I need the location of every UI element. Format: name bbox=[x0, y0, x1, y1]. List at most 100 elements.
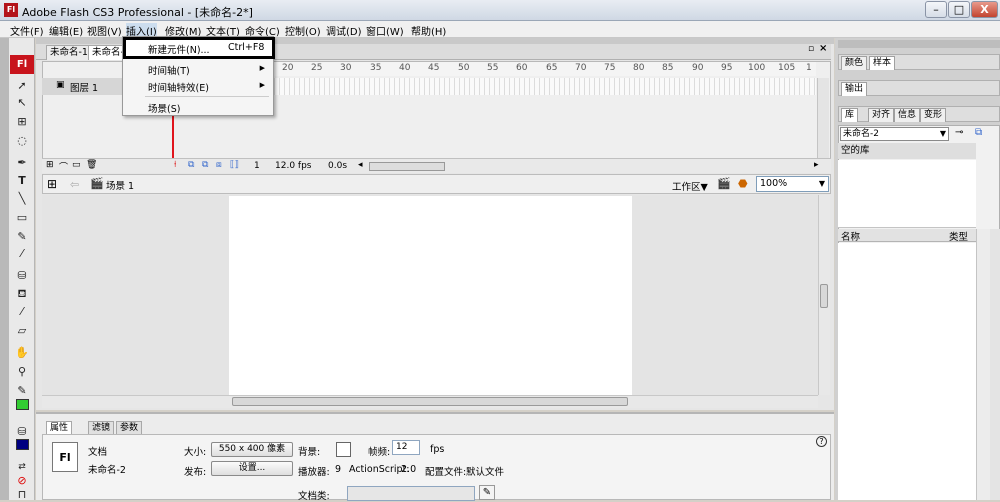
maximize-button[interactable]: □ bbox=[948, 1, 970, 18]
tab-library[interactable]: 库 bbox=[841, 108, 859, 122]
panel-dock-strip bbox=[0, 38, 9, 500]
menu-window[interactable]: 窗口(W) bbox=[366, 23, 404, 38]
settings-button[interactable]: 设置... bbox=[211, 461, 293, 476]
close-button[interactable]: X bbox=[971, 1, 998, 18]
menu-item-timeline-effects[interactable]: 时间轴特效(E) bbox=[148, 80, 209, 94]
menu-item-scene[interactable]: 场景(S) bbox=[148, 101, 180, 115]
edit-scene-icon[interactable]: 🎬 bbox=[717, 177, 731, 190]
restore-doc-icon[interactable]: ▫ bbox=[808, 44, 814, 54]
menu-file[interactable]: 文件(F) bbox=[10, 23, 44, 38]
add-motion-guide-icon[interactable]: ⌒ bbox=[59, 160, 68, 173]
insert-layer-icon[interactable]: ⊞ bbox=[46, 160, 54, 170]
text-tool-icon[interactable]: T bbox=[13, 173, 31, 188]
size-button[interactable]: 550 x 400 像素 bbox=[211, 442, 293, 457]
stroke-color-swatch[interactable] bbox=[16, 439, 29, 450]
tab-transform[interactable]: 变形 bbox=[920, 108, 947, 122]
fill-color-swatch[interactable] bbox=[16, 399, 29, 410]
lasso-tool-icon[interactable]: ◌ bbox=[13, 133, 31, 148]
stage-canvas[interactable] bbox=[229, 196, 632, 395]
library-scrollbar[interactable] bbox=[976, 229, 990, 500]
library-document-select[interactable]: 未命名-2 ▼ bbox=[840, 127, 949, 141]
delete-layer-icon[interactable]: 🗑 bbox=[86, 160, 97, 170]
edit-multiple-frames-icon[interactable]: ⧈ bbox=[216, 160, 222, 170]
pin-library-icon[interactable]: ⊸ bbox=[955, 127, 963, 138]
rectangle-tool-icon[interactable]: ▭ bbox=[13, 210, 31, 225]
tab-parameters[interactable]: 参数 bbox=[116, 421, 143, 434]
background-color-swatch[interactable] bbox=[336, 442, 351, 457]
new-library-icon[interactable]: ⧉ bbox=[975, 127, 982, 138]
timeline-toggle-icon[interactable]: ⊞ bbox=[47, 177, 57, 191]
free-transform-tool-icon[interactable]: ⊞ bbox=[13, 114, 31, 129]
eraser-tool-icon[interactable]: ▱ bbox=[13, 323, 31, 338]
ruler-tick: 50 bbox=[458, 63, 470, 73]
pen-tool-icon[interactable]: ✒ bbox=[13, 155, 31, 170]
column-type[interactable]: 类型 bbox=[949, 229, 968, 243]
ruler-tick: 35 bbox=[370, 63, 382, 73]
stage-vertical-thumb[interactable] bbox=[820, 284, 828, 308]
docclass-input[interactable] bbox=[347, 486, 475, 501]
stroke-color-icon[interactable]: ✎ bbox=[13, 383, 31, 398]
insert-folder-icon[interactable]: ▭ bbox=[72, 160, 81, 170]
window-title: Adobe Flash CS3 Professional - [未命名-2*] bbox=[22, 6, 253, 19]
onion-skin-icon[interactable]: ⧉ bbox=[188, 160, 194, 170]
player-label: 播放器: bbox=[298, 467, 330, 478]
center-frame-icon[interactable]: ⍿ bbox=[174, 160, 176, 170]
selection-tool-icon[interactable]: ➚ bbox=[13, 78, 31, 93]
brush-tool-icon[interactable]: ⁄ bbox=[13, 246, 31, 261]
back-arrow-icon[interactable]: ⇦ bbox=[70, 178, 79, 191]
tab-properties[interactable]: 属性 bbox=[46, 421, 73, 434]
close-doc-icon[interactable]: × bbox=[819, 43, 827, 54]
tab-output[interactable]: 输出 bbox=[841, 82, 868, 96]
menu-item-new-symbol[interactable]: 新建元件(N)... Ctrl+F8 bbox=[123, 37, 275, 59]
edit-class-pencil-icon[interactable]: ✎ bbox=[479, 485, 495, 500]
menu-item-timeline[interactable]: 时间轴(T) bbox=[148, 63, 190, 77]
zoom-tool-icon[interactable]: ⚲ bbox=[13, 364, 31, 379]
size-label: 大小: bbox=[184, 447, 207, 458]
ruler-tick: 100 bbox=[748, 63, 766, 73]
ruler-tick: 75 bbox=[604, 63, 616, 73]
stroke-swatch-icon[interactable]: ⛁ bbox=[13, 424, 31, 439]
column-name[interactable]: 名称 bbox=[841, 229, 860, 243]
tab-color[interactable]: 颜色 bbox=[841, 56, 868, 70]
line-tool-icon[interactable]: ╲ bbox=[13, 191, 31, 206]
scroll-left-icon[interactable]: ◂ bbox=[358, 160, 363, 170]
minimize-button[interactable]: – bbox=[925, 1, 947, 18]
subselection-tool-icon[interactable]: ↖ bbox=[13, 95, 31, 110]
eyedropper-tool-icon[interactable]: ⁄ bbox=[13, 304, 31, 319]
edit-symbols-icon[interactable]: ⬣ bbox=[738, 177, 748, 190]
pencil-tool-icon[interactable]: ✎ bbox=[13, 229, 31, 244]
insert-menu-dropdown: 新建元件(N)... Ctrl+F8 时间轴(T) ▶ 时间轴特效(E) ▶ 场… bbox=[122, 36, 275, 116]
hand-tool-icon[interactable]: ✋ bbox=[13, 345, 31, 360]
menu-debug[interactable]: 调试(D) bbox=[326, 23, 362, 38]
help-icon[interactable]: ? bbox=[816, 436, 827, 447]
chevron-down-icon: ▼ bbox=[818, 179, 825, 188]
tab-info[interactable]: 信息 bbox=[894, 108, 921, 122]
zoom-select[interactable]: 100% ▼ bbox=[756, 176, 829, 192]
framerate-input[interactable]: 12 bbox=[392, 440, 420, 455]
menu-edit[interactable]: 编辑(E) bbox=[49, 23, 83, 38]
menu-view[interactable]: 视图(V) bbox=[87, 23, 122, 38]
tab-align[interactable]: 对齐 bbox=[868, 108, 895, 122]
profile-label: 配置文件: bbox=[425, 467, 467, 478]
timeline-scrollbar[interactable] bbox=[817, 78, 829, 158]
ink-bottle-tool-icon[interactable]: ⛁ bbox=[13, 268, 31, 283]
tab-swatches[interactable]: 样本 bbox=[869, 56, 896, 70]
paint-bucket-tool-icon[interactable]: ⛾ bbox=[13, 286, 31, 301]
onion-outline-icon[interactable]: ⧉ bbox=[202, 160, 208, 170]
doc-tab-1[interactable]: 未命名-1 bbox=[46, 45, 92, 60]
elapsed-time: 0.0s bbox=[328, 161, 348, 171]
ruler-tick: 90 bbox=[692, 63, 704, 73]
frames-row[interactable] bbox=[270, 78, 816, 95]
menu-control[interactable]: 控制(O) bbox=[285, 23, 321, 38]
menu-help[interactable]: 帮助(H) bbox=[411, 23, 446, 38]
menu-separator bbox=[145, 96, 269, 97]
tab-filters[interactable]: 滤镜 bbox=[88, 421, 115, 434]
no-color-icon[interactable]: ⊘ bbox=[13, 473, 31, 488]
modify-markers-icon[interactable]: ⟦⟧ bbox=[230, 160, 239, 170]
layer-name: 图层 1 bbox=[70, 83, 99, 94]
scroll-right-icon[interactable]: ▸ bbox=[814, 160, 819, 170]
timeline-hscroll[interactable] bbox=[369, 162, 445, 171]
dock-grip bbox=[838, 40, 1000, 48]
workspace-menu[interactable]: 工作区▼ bbox=[672, 179, 708, 193]
stage-horizontal-thumb[interactable] bbox=[232, 397, 628, 406]
